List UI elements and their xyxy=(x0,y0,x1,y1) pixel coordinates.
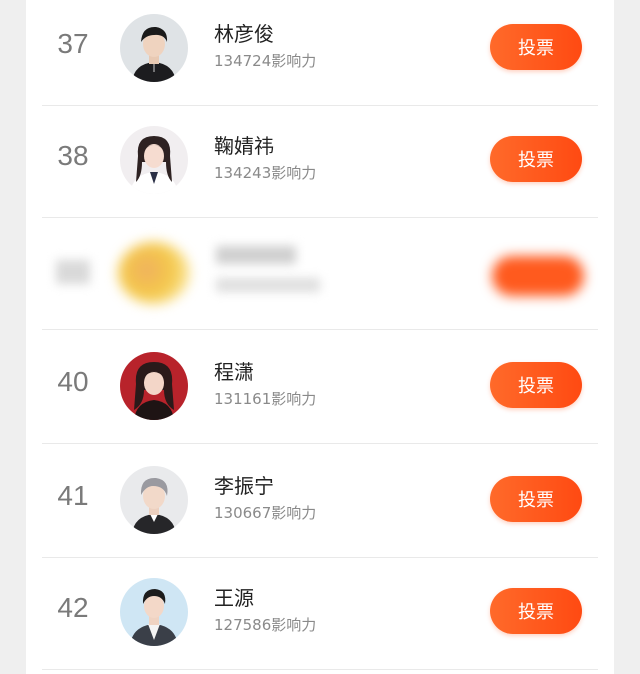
avatar xyxy=(120,578,188,646)
influence-score: 134243影响力 xyxy=(214,164,317,182)
artist-name: 鞠婧祎 xyxy=(214,134,274,158)
vote-button[interactable]: 投票 xyxy=(490,588,582,634)
influence-score: 131161影响力 xyxy=(214,390,317,408)
obscured-score xyxy=(216,278,320,292)
list-item: 42 王源 127586影响力 投票 xyxy=(26,558,614,670)
list-item: 37 林彦俊 134724影响力 投票 xyxy=(26,0,614,106)
vote-button[interactable]: 投票 xyxy=(490,362,582,408)
divider xyxy=(42,329,598,330)
vote-button[interactable]: 投票 xyxy=(490,476,582,522)
list-item: 38 鞠婧祎 134243影响力 投票 xyxy=(26,106,614,218)
rank-number: 41 xyxy=(57,480,89,511)
list-item-obscured xyxy=(26,218,614,330)
rank-number: 40 xyxy=(57,366,89,397)
divider xyxy=(42,669,598,670)
rank-number: 37 xyxy=(57,28,89,59)
avatar xyxy=(120,126,188,194)
artist-name: 王源 xyxy=(214,586,254,610)
influence-score: 134724影响力 xyxy=(214,52,317,70)
vote-button[interactable]: 投票 xyxy=(490,24,582,70)
ranking-list: 37 林彦俊 134724影响力 投票 38 鞠婧祎 134243影响力 投票 … xyxy=(26,0,614,674)
obscured-avatar xyxy=(118,242,190,304)
artist-name: 林彦俊 xyxy=(214,22,274,46)
rank-number: 42 xyxy=(57,592,89,623)
vote-button[interactable]: 投票 xyxy=(490,136,582,182)
list-item: 41 李振宁 130667影响力 投票 xyxy=(26,446,614,558)
avatar xyxy=(120,14,188,82)
influence-score: 127586影响力 xyxy=(214,616,317,634)
avatar xyxy=(120,352,188,420)
artist-name: 程潇 xyxy=(214,360,254,384)
obscured-vote-button[interactable] xyxy=(492,256,584,296)
rank-number: 38 xyxy=(57,140,89,171)
artist-name: 李振宁 xyxy=(214,474,274,498)
obscured-rank xyxy=(56,260,90,284)
divider xyxy=(42,443,598,444)
list-item: 40 程潇 131161影响力 投票 xyxy=(26,332,614,444)
avatar xyxy=(120,466,188,534)
obscured-name xyxy=(216,246,296,264)
influence-score: 130667影响力 xyxy=(214,504,317,522)
